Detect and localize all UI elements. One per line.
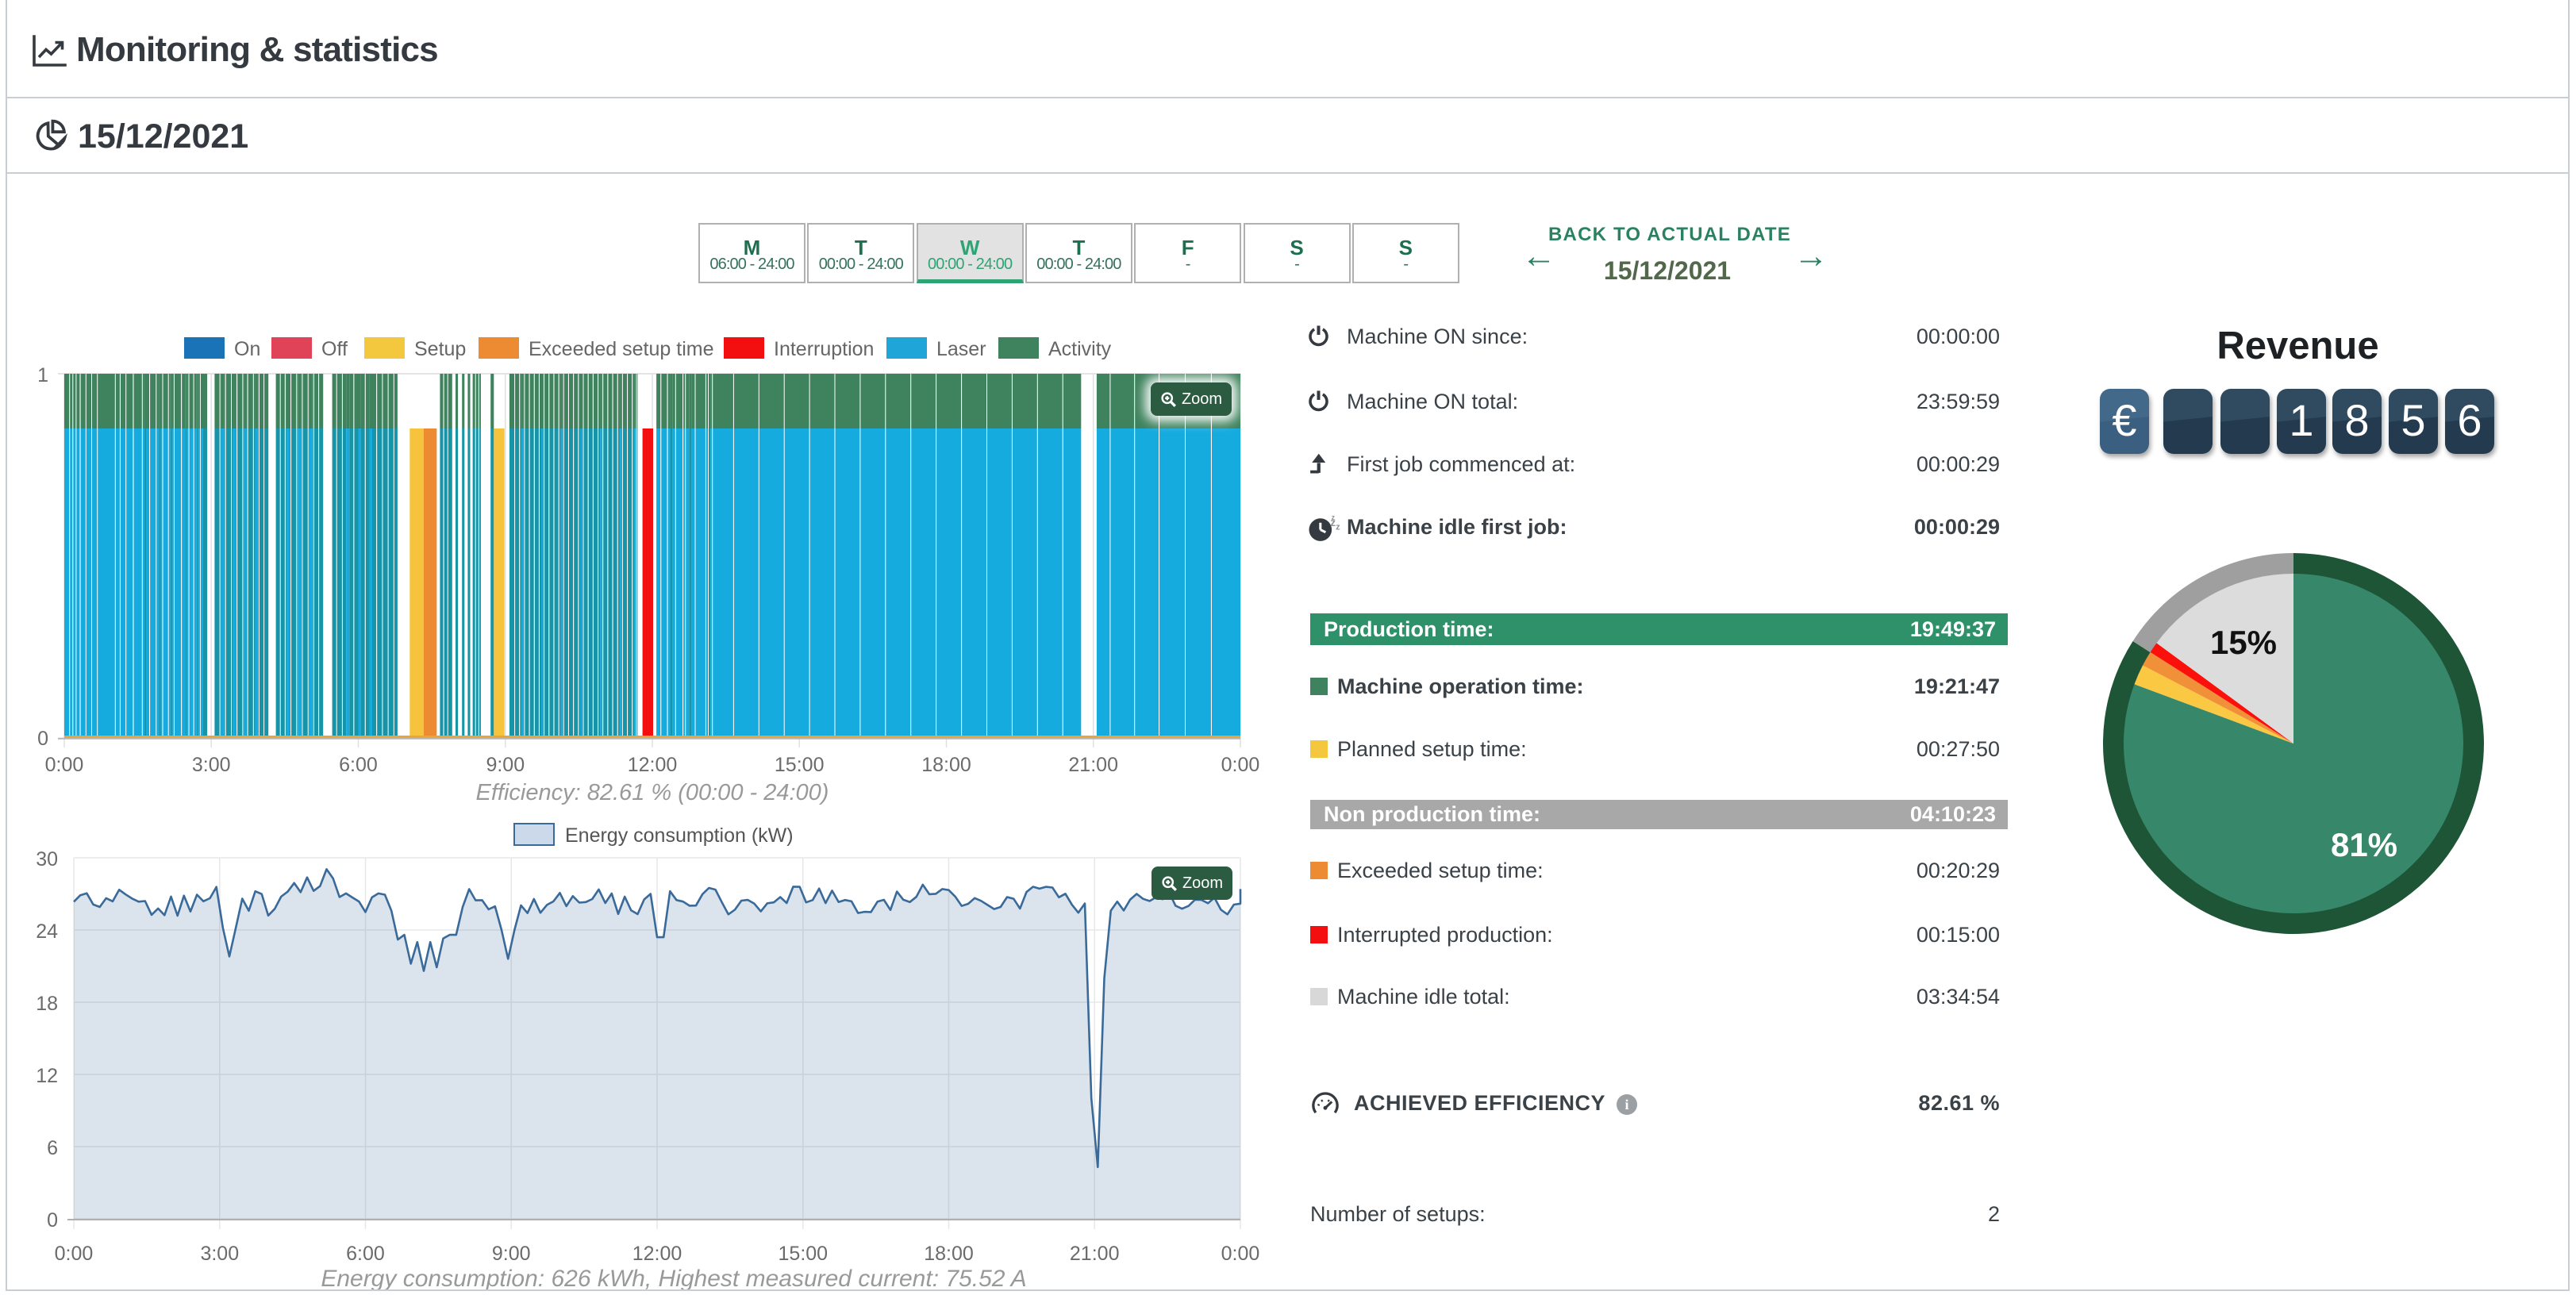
svg-text:15:00: 15:00 — [779, 1243, 829, 1265]
svg-text:0:00: 0:00 — [55, 1243, 94, 1265]
svg-text:0:00: 0:00 — [45, 754, 84, 776]
svg-text:18: 18 — [36, 993, 58, 1015]
svg-text:21:00: 21:00 — [1070, 1243, 1120, 1265]
svg-text:0: 0 — [47, 1209, 58, 1232]
svg-text:18:00: 18:00 — [924, 1243, 974, 1265]
svg-text:81%: 81% — [2331, 826, 2397, 863]
svg-text:21:00: 21:00 — [1068, 754, 1118, 776]
svg-text:1: 1 — [37, 364, 48, 386]
svg-text:24: 24 — [36, 920, 58, 943]
svg-text:z: z — [1336, 523, 1340, 532]
svg-text:Efficiency: 82.61 % (00:00 - 2: Efficiency: 82.61 % (00:00 - 24:00) — [476, 780, 829, 805]
svg-text:12:00: 12:00 — [628, 754, 678, 776]
svg-text:0:00: 0:00 — [1221, 1243, 1260, 1265]
svg-text:18:00: 18:00 — [921, 754, 971, 776]
svg-text:15:00: 15:00 — [775, 754, 825, 776]
svg-text:0: 0 — [37, 728, 48, 750]
svg-text:12: 12 — [36, 1065, 58, 1087]
svg-text:z: z — [1332, 514, 1336, 521]
svg-text:6:00: 6:00 — [346, 1243, 385, 1265]
svg-text:3:00: 3:00 — [192, 754, 231, 776]
svg-text:30: 30 — [36, 848, 58, 870]
svg-text:9:00: 9:00 — [492, 1243, 531, 1265]
svg-text:12:00: 12:00 — [632, 1243, 682, 1265]
svg-text:3:00: 3:00 — [200, 1243, 239, 1265]
svg-text:6: 6 — [47, 1137, 58, 1159]
svg-text:0:00: 0:00 — [1221, 754, 1260, 776]
svg-text:15%: 15% — [2210, 624, 2277, 661]
svg-text:6:00: 6:00 — [339, 754, 378, 776]
svg-text:9:00: 9:00 — [486, 754, 525, 776]
svg-text:Energy consumption: 626 kWh, H: Energy consumption: 626 kWh, Highest mea… — [321, 1266, 1026, 1292]
